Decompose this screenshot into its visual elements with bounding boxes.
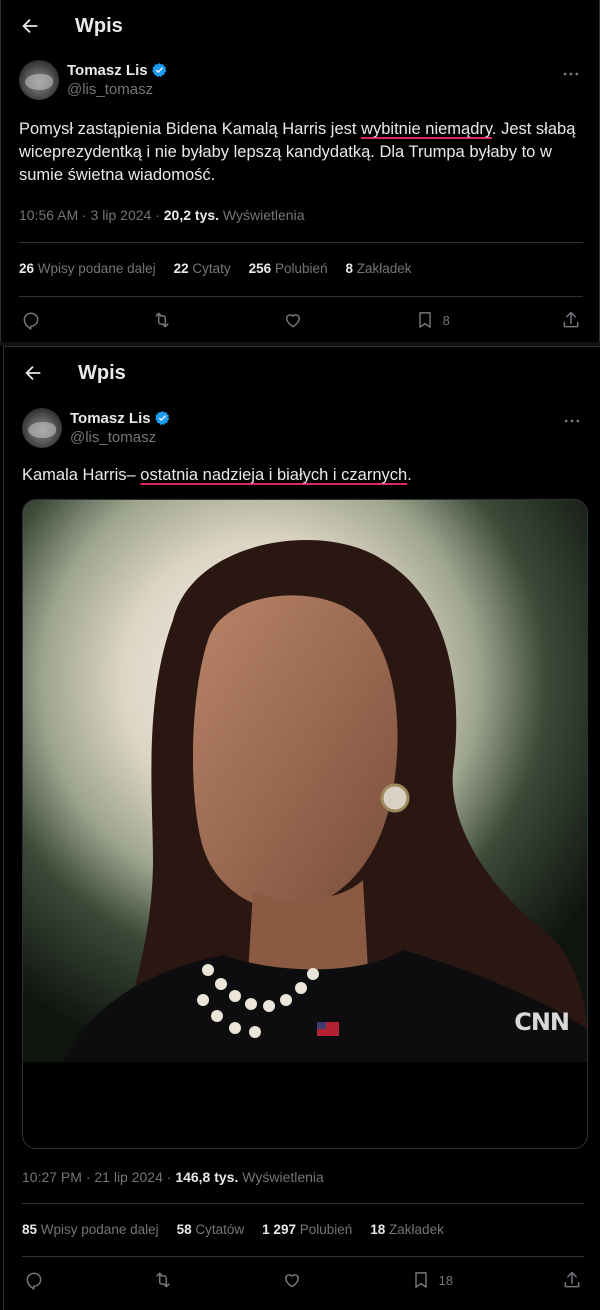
views-label: Wyświetlenia [238, 1169, 324, 1185]
divider [19, 296, 583, 297]
verified-badge-icon [154, 411, 169, 425]
author-handle[interactable]: @lis_tomasz [70, 429, 171, 446]
author-name[interactable]: Tomasz Lis [67, 62, 148, 79]
author-name[interactable]: Tomasz Lis [70, 410, 151, 427]
reply-icon [23, 312, 39, 330]
bookmark-count: 18 [438, 1272, 454, 1288]
engagement-stats: 85 Wpisy podane dalej 58 Cytatów 1 297 P… [22, 1222, 462, 1237]
bookmark-icon [418, 312, 431, 328]
header: Wpis [4, 347, 600, 399]
tweet-image[interactable]: CNN [22, 499, 588, 1149]
bookmark-button[interactable]: 8 [415, 310, 450, 330]
divider [19, 242, 583, 243]
back-arrow-icon[interactable] [22, 362, 44, 384]
repost-button[interactable] [153, 1270, 173, 1290]
avatar[interactable] [19, 60, 59, 100]
action-bar: 18 [24, 1268, 582, 1292]
reply-button[interactable] [24, 1270, 44, 1290]
stat-bookmarks[interactable]: 8 Zakładek [345, 261, 411, 276]
bookmark-icon [414, 1272, 427, 1288]
divider [22, 1203, 584, 1204]
post-view-1: Wpis Tomasz Lis @lis_tomasz Pomysł zastą… [0, 0, 600, 342]
more-options-icon[interactable] [561, 64, 581, 84]
stat-likes[interactable]: 1 297 Polubień [262, 1222, 352, 1237]
tweet-meta: 10:56 AM · 3 lip 2024 · 20,2 tys. Wyświe… [19, 207, 305, 223]
heart-icon [284, 1274, 299, 1288]
more-options-icon[interactable] [562, 411, 582, 431]
repost-icon [156, 1272, 170, 1288]
verified-badge-icon [151, 63, 166, 77]
author-block[interactable]: Tomasz Lis @lis_tomasz [22, 407, 171, 449]
tweet-text: Kamala Harris– ostatnia nadzieja i biały… [22, 466, 412, 484]
heart-icon [286, 314, 301, 328]
author-handle[interactable]: @lis_tomasz [67, 81, 168, 98]
bookmark-button[interactable]: 18 [411, 1270, 453, 1290]
timestamp[interactable]: 10:27 PM · 21 lip 2024 · [22, 1169, 175, 1185]
action-bar: 8 [21, 308, 581, 332]
stat-quotes[interactable]: 58 Cytatów [177, 1222, 245, 1237]
avatar[interactable] [22, 408, 62, 448]
image-watermark: CNN [514, 1008, 570, 1036]
header: Wpis [1, 0, 599, 52]
tweet-meta: 10:27 PM · 21 lip 2024 · 146,8 tys. Wyśw… [22, 1169, 324, 1185]
stat-reposts[interactable]: 26 Wpisy podane dalej [19, 261, 156, 276]
tweet-text: Pomysł zastąpienia Bidena Kamalą Harris … [19, 120, 576, 184]
post-view-2: Wpis Tomasz Lis @lis_tomasz Kamala Harri… [3, 346, 600, 1310]
back-arrow-icon[interactable] [19, 15, 41, 37]
stat-bookmarks[interactable]: 18 Zakładek [370, 1222, 444, 1237]
portrait-photo: CNN [23, 500, 587, 1062]
stat-reposts[interactable]: 85 Wpisy podane dalej [22, 1222, 159, 1237]
bookmark-count: 8 [442, 312, 450, 328]
like-button[interactable] [282, 1270, 302, 1290]
repost-button[interactable] [152, 310, 172, 330]
share-button[interactable] [562, 1270, 582, 1290]
views-label: Wyświetlenia [219, 207, 305, 223]
page-title: Wpis [75, 14, 123, 37]
divider [22, 1256, 584, 1257]
page-title: Wpis [78, 361, 126, 384]
share-icon [563, 311, 579, 328]
reply-icon [26, 1272, 42, 1290]
engagement-stats: 26 Wpisy podane dalej 22 Cytaty 256 Polu… [19, 261, 430, 276]
like-button[interactable] [283, 310, 303, 330]
timestamp[interactable]: 10:56 AM · 3 lip 2024 · [19, 207, 164, 223]
share-button[interactable] [561, 310, 581, 330]
stat-quotes[interactable]: 22 Cytaty [174, 261, 231, 276]
author-block[interactable]: Tomasz Lis @lis_tomasz [19, 59, 168, 101]
stat-likes[interactable]: 256 Polubień [249, 261, 328, 276]
views-count: 20,2 tys. [163, 207, 220, 223]
views-count: 146,8 tys. [175, 1169, 239, 1185]
repost-icon [155, 312, 169, 328]
portrait-illustration [23, 500, 587, 1062]
reply-button[interactable] [21, 310, 41, 330]
share-icon [564, 1271, 580, 1288]
